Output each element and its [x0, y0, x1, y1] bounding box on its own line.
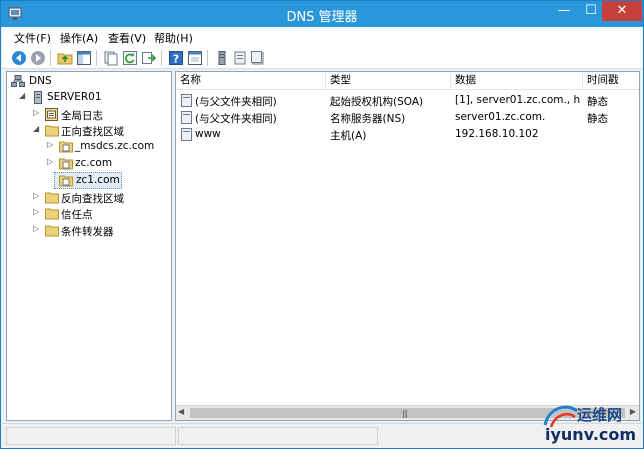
- tree-label: SERVER01: [47, 91, 102, 103]
- menu-file[interactable]: 文件(F): [14, 30, 51, 46]
- tree-label: 信任点: [61, 209, 93, 221]
- show-hide-tree-icon[interactable]: [76, 50, 92, 66]
- folder-icon: [45, 208, 59, 220]
- toolbar-separator: [207, 50, 208, 66]
- tree-label: zc.com: [75, 157, 113, 169]
- copy-icon[interactable]: [103, 50, 119, 66]
- collapsed-arrow-icon[interactable]: ▷: [33, 224, 41, 236]
- menu-help[interactable]: 帮助(H): [154, 30, 193, 46]
- properties-icon[interactable]: [187, 50, 203, 66]
- menu-action[interactable]: 操作(A): [60, 30, 98, 46]
- cell-name: (与父文件夹相同): [195, 96, 277, 108]
- cell-data: 192.168.10.102: [455, 128, 539, 140]
- window-title: DNS 管理器: [286, 10, 358, 25]
- expanded-arrow-icon[interactable]: ◢: [33, 124, 41, 136]
- table-row[interactable]: (与父文件夹相同) 名称服务器(NS) server01.zc.com. 静态: [176, 109, 639, 126]
- site-watermark: 运维网 iyunv.com: [541, 401, 641, 447]
- export-list-icon[interactable]: [141, 50, 157, 66]
- close-button[interactable]: ✕: [602, 1, 642, 21]
- minimize-button[interactable]: —: [549, 1, 579, 21]
- cell-data: server01.zc.com.: [455, 111, 546, 123]
- toolbar-separator: [96, 50, 97, 66]
- status-cell: [178, 427, 378, 445]
- cell-timestamp: 静态: [587, 96, 608, 108]
- zone-icon: [59, 175, 73, 187]
- help-icon[interactable]: ?: [168, 50, 184, 66]
- column-header-data[interactable]: 数据: [451, 72, 583, 90]
- tree-label: 全局日志: [61, 110, 103, 122]
- list-header: 名称 类型 数据 时间戳: [176, 72, 639, 90]
- tree-label: 正向查找区域: [61, 126, 124, 138]
- refresh-icon[interactable]: [122, 50, 138, 66]
- collapsed-arrow-icon[interactable]: ▷: [33, 108, 41, 120]
- cell-name: www: [195, 128, 221, 140]
- collapsed-arrow-icon[interactable]: ▷: [33, 207, 41, 219]
- column-header-timestamp[interactable]: 时间戳: [583, 72, 639, 90]
- up-folder-icon[interactable]: [57, 50, 73, 66]
- cell-timestamp: 静态: [587, 113, 608, 125]
- cell-type: 起始授权机构(SOA): [330, 96, 424, 108]
- record-icon: [181, 111, 192, 124]
- zone-icon[interactable]: [232, 50, 248, 66]
- dns-manager-window: DNS 管理器 — ☐ ✕ 文件(F) 操作(A) 查看(V) 帮助(H) ? …: [0, 0, 644, 449]
- cell-data: [1], server01.zc.com., h...: [455, 94, 581, 106]
- zone-icon: [59, 158, 73, 170]
- collapsed-arrow-icon[interactable]: ▷: [33, 191, 41, 203]
- folder-icon: [45, 192, 59, 204]
- collapsed-arrow-icon[interactable]: ▷: [47, 157, 55, 169]
- record-icon[interactable]: [250, 50, 266, 66]
- server-icon: [34, 91, 42, 104]
- column-header-type[interactable]: 类型: [326, 72, 451, 90]
- toolbar-separator: [50, 50, 51, 66]
- table-row[interactable]: www 主机(A) 192.168.10.102: [176, 126, 639, 143]
- record-icon: [181, 128, 192, 141]
- event-log-icon: [45, 108, 58, 121]
- cell-type: 主机(A): [330, 130, 367, 142]
- server-icon[interactable]: [214, 50, 230, 66]
- tree-label: 反向查找区域: [61, 193, 124, 205]
- scrollbar-grip: |||: [402, 409, 408, 418]
- cell-name: (与父文件夹相同): [195, 113, 277, 125]
- column-header-name[interactable]: 名称: [176, 72, 326, 90]
- folder-icon: [45, 125, 59, 137]
- records-list[interactable]: 名称 类型 数据 时间戳 (与父文件夹相同) 起始授权机构(SOA) [1], …: [175, 71, 640, 421]
- back-icon[interactable]: [11, 50, 27, 66]
- menu-bar: 文件(F) 操作(A) 查看(V) 帮助(H): [2, 27, 642, 47]
- toolbar-separator: [161, 50, 162, 66]
- console-tree[interactable]: DNS ◢ SERVER01 ▷ 全局日志 ◢ 正向查找区域 ▷ _msdcs.…: [6, 71, 172, 421]
- svg-text:?: ?: [173, 53, 179, 66]
- watermark-text-cn: 运维网: [577, 406, 623, 424]
- watermark-text-url: iyunv.com: [545, 425, 637, 444]
- status-cell: [6, 427, 176, 445]
- table-row[interactable]: (与父文件夹相同) 起始授权机构(SOA) [1], server01.zc.c…: [176, 92, 639, 109]
- forward-icon[interactable]: [30, 50, 46, 66]
- menu-view[interactable]: 查看(V): [108, 30, 146, 46]
- scroll-left-arrow-icon[interactable]: ◀: [178, 407, 184, 416]
- tree-label: _msdcs.zc.com: [75, 140, 155, 152]
- title-bar[interactable]: DNS 管理器 — ☐ ✕: [1, 1, 643, 27]
- expanded-arrow-icon[interactable]: ◢: [19, 91, 27, 103]
- tree-label: zc1.com: [76, 174, 120, 186]
- cell-type: 名称服务器(NS): [330, 113, 406, 125]
- dns-root-icon: [11, 75, 25, 87]
- tree-label: 条件转发器: [61, 226, 114, 238]
- record-icon: [181, 94, 192, 107]
- collapsed-arrow-icon[interactable]: ▷: [47, 140, 55, 152]
- tree-label: DNS: [29, 75, 52, 87]
- folder-icon: [45, 225, 59, 237]
- zone-icon: [59, 141, 73, 153]
- toolbar: ?: [2, 47, 642, 69]
